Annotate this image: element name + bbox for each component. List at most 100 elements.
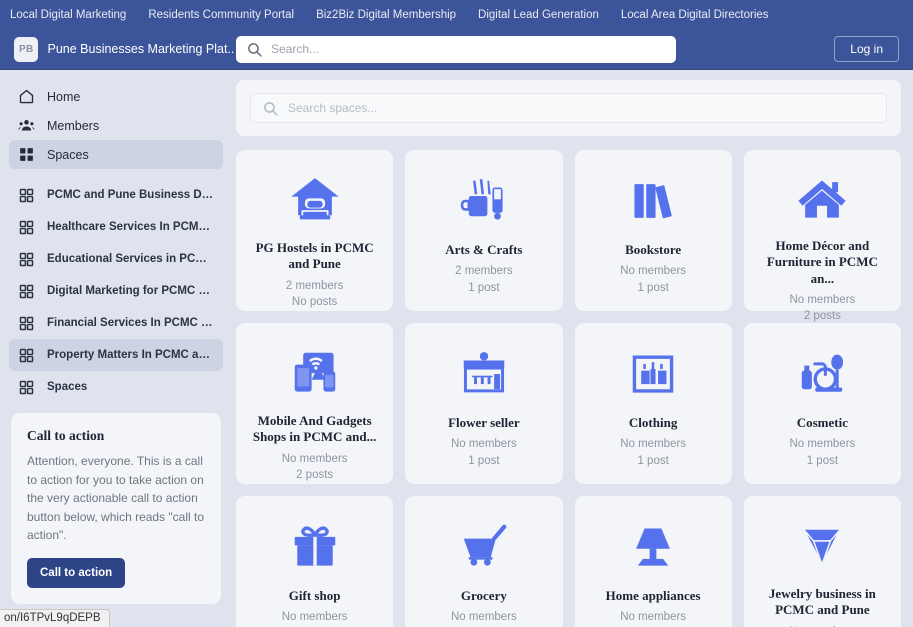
topnav-item-3[interactable]: Digital Lead Generation xyxy=(478,9,599,21)
space-card[interactable]: PG Hostels in PCMC and Pune 2 members No… xyxy=(236,150,394,311)
space-card-members: No members xyxy=(450,611,517,624)
space-card-title: Arts & Crafts xyxy=(445,242,523,257)
top-navigation-bar: Local Digital Marketing Residents Commun… xyxy=(0,0,913,29)
space-card-title: Gift shop xyxy=(288,588,341,603)
space-card-posts: 1 post xyxy=(637,281,669,294)
space-card-meta: No members 2 posts xyxy=(451,609,517,627)
space-card-members: No members xyxy=(789,293,856,306)
space-card-members: No members xyxy=(450,438,517,451)
space-card-meta: No members 2 posts xyxy=(789,292,855,325)
space-card-meta: No members 1 post xyxy=(451,436,517,469)
members-icon xyxy=(18,117,35,134)
brand[interactable]: PB Pune Businesses Marketing Plat... xyxy=(14,36,234,62)
space-card[interactable]: Cosmetic No members 1 post xyxy=(743,323,901,484)
page-title: Pune Businesses Marketing Plat... xyxy=(47,42,234,56)
brand-logo: PB xyxy=(14,36,39,62)
space-card-meta: No members 1 post xyxy=(620,436,686,469)
space-card-title: Bookstore xyxy=(625,242,682,257)
diamond-icon xyxy=(795,518,849,574)
devices-icon xyxy=(288,345,342,401)
grid-outline-icon xyxy=(18,219,35,236)
cta-text: Attention, everyone. This is a call to a… xyxy=(27,454,205,543)
search-icon xyxy=(262,100,279,117)
sidebar-divider xyxy=(9,169,223,179)
space-card[interactable]: Arts & Crafts 2 members 1 post xyxy=(405,150,563,311)
space-card[interactable]: Flower seller No members 1 post xyxy=(405,323,563,484)
space-card-posts: 1 post xyxy=(806,454,839,467)
space-card-meta: No members 1 post xyxy=(789,436,855,469)
sidebar-space-1[interactable]: Healthcare Services In PCMC and Pu... xyxy=(9,211,223,243)
body-wrapper: Home Members Spaces PCMC and Pune Busine… xyxy=(0,70,913,627)
space-card[interactable]: Gift shop No members 2 posts xyxy=(236,496,394,627)
sidebar-space-4[interactable]: Financial Services In PCMC and Pune xyxy=(9,307,223,339)
sidebar-space-1-label: Healthcare Services In PCMC and Pu... xyxy=(47,221,214,233)
house-icon xyxy=(795,172,849,226)
space-card-title: Home Décor and Furniture in PCMC an... xyxy=(766,238,878,286)
sidebar-space-5[interactable]: Property Matters In PCMC and Pune xyxy=(9,339,223,371)
space-card-title: Jewelry business in PCMC and Pune xyxy=(768,586,876,618)
call-to-action-card: Call to action Attention, everyone. This… xyxy=(11,413,221,604)
space-card-meta: No members 2 posts xyxy=(282,451,348,484)
grid-outline-icon xyxy=(18,379,35,396)
arts-crafts-icon xyxy=(457,172,511,230)
sidebar-space-6-label: Spaces xyxy=(47,381,88,393)
space-card-title: Home appliances xyxy=(605,588,701,603)
status-bar-url: on/I6TPvL9qDEPB xyxy=(0,609,110,627)
spaces-grid: PG Hostels in PCMC and Pune 2 members No… xyxy=(236,150,901,627)
cosmetic-icon xyxy=(795,345,849,403)
main-content: PG Hostels in PCMC and Pune 2 members No… xyxy=(232,70,913,627)
topnav-item-4[interactable]: Local Area Digital Directories xyxy=(621,9,769,21)
space-card-title: Grocery xyxy=(460,588,507,603)
shop-icon xyxy=(457,345,511,403)
sidebar-item-spaces[interactable]: Spaces xyxy=(9,140,223,169)
search-icon xyxy=(246,41,263,58)
cta-title: Call to action xyxy=(27,428,105,443)
grid-outline-icon xyxy=(18,283,35,300)
sidebar-space-2-label: Educational Services in PCMC-Pune xyxy=(47,253,214,265)
sidebar-space-6[interactable]: Spaces xyxy=(9,371,223,403)
space-card[interactable]: Home appliances No members 1 post xyxy=(574,496,732,627)
cta-button[interactable]: Call to action xyxy=(27,557,126,588)
grid-outline-icon xyxy=(18,251,35,268)
space-card-members: No members xyxy=(281,452,348,465)
space-card-title: Cosmetic xyxy=(796,415,848,430)
space-card[interactable]: Mobile And Gadgets Shops in PCMC and... … xyxy=(236,323,394,484)
space-card-meta: No members 1 post xyxy=(620,609,686,627)
header-search[interactable] xyxy=(236,35,676,63)
space-card-title: Flower seller xyxy=(448,415,520,430)
topnav-item-1[interactable]: Residents Community Portal xyxy=(148,9,294,21)
sidebar: Home Members Spaces PCMC and Pune Busine… xyxy=(0,70,232,627)
space-card-posts: 1 post xyxy=(637,454,669,467)
space-card-meta: No members 2 posts xyxy=(789,624,855,627)
space-card[interactable]: Grocery No members 2 posts xyxy=(405,496,563,627)
space-card-meta: No members 2 posts xyxy=(282,609,348,627)
space-card-posts: 1 post xyxy=(468,281,500,294)
topnav-item-2[interactable]: Biz2Biz Digital Membership xyxy=(316,9,456,21)
space-card-members: 2 members xyxy=(285,279,344,292)
topnav-item-0[interactable]: Local Digital Marketing xyxy=(10,9,126,21)
sidebar-space-2[interactable]: Educational Services in PCMC-Pune xyxy=(9,243,223,275)
space-card[interactable]: Home Décor and Furniture in PCMC an... N… xyxy=(743,150,901,322)
space-card[interactable]: Bookstore No members 1 post xyxy=(574,150,732,311)
sidebar-space-0[interactable]: PCMC and Pune Business Directories xyxy=(9,179,223,211)
spaces-search-box[interactable] xyxy=(250,93,887,123)
sidebar-item-members[interactable]: Members xyxy=(9,111,223,140)
sidebar-space-4-label: Financial Services In PCMC and Pune xyxy=(47,317,214,329)
space-card[interactable]: Jewelry business in PCMC and Pune No mem… xyxy=(743,496,901,627)
login-button[interactable]: Log in xyxy=(834,36,899,62)
space-card-meta: 2 members No posts xyxy=(286,278,344,311)
sidebar-item-members-label: Members xyxy=(47,118,100,133)
search-input[interactable] xyxy=(271,42,666,56)
space-card-meta: 2 members 1 post xyxy=(455,263,513,296)
sidebar-item-home[interactable]: Home xyxy=(9,82,223,111)
grid-outline-icon xyxy=(18,315,35,332)
lamp-icon xyxy=(626,518,680,576)
sidebar-space-3[interactable]: Digital Marketing for PCMC & Pune xyxy=(9,275,223,307)
clothing-rack-icon xyxy=(626,345,680,403)
spaces-search-input[interactable] xyxy=(288,101,875,115)
sidebar-space-0-label: PCMC and Pune Business Directories xyxy=(47,189,214,201)
hostel-icon xyxy=(288,172,342,228)
space-card-title: PG Hostels in PCMC and Pune xyxy=(255,240,374,272)
gift-icon xyxy=(288,518,342,576)
space-card[interactable]: Clothing No members 1 post xyxy=(574,323,732,484)
